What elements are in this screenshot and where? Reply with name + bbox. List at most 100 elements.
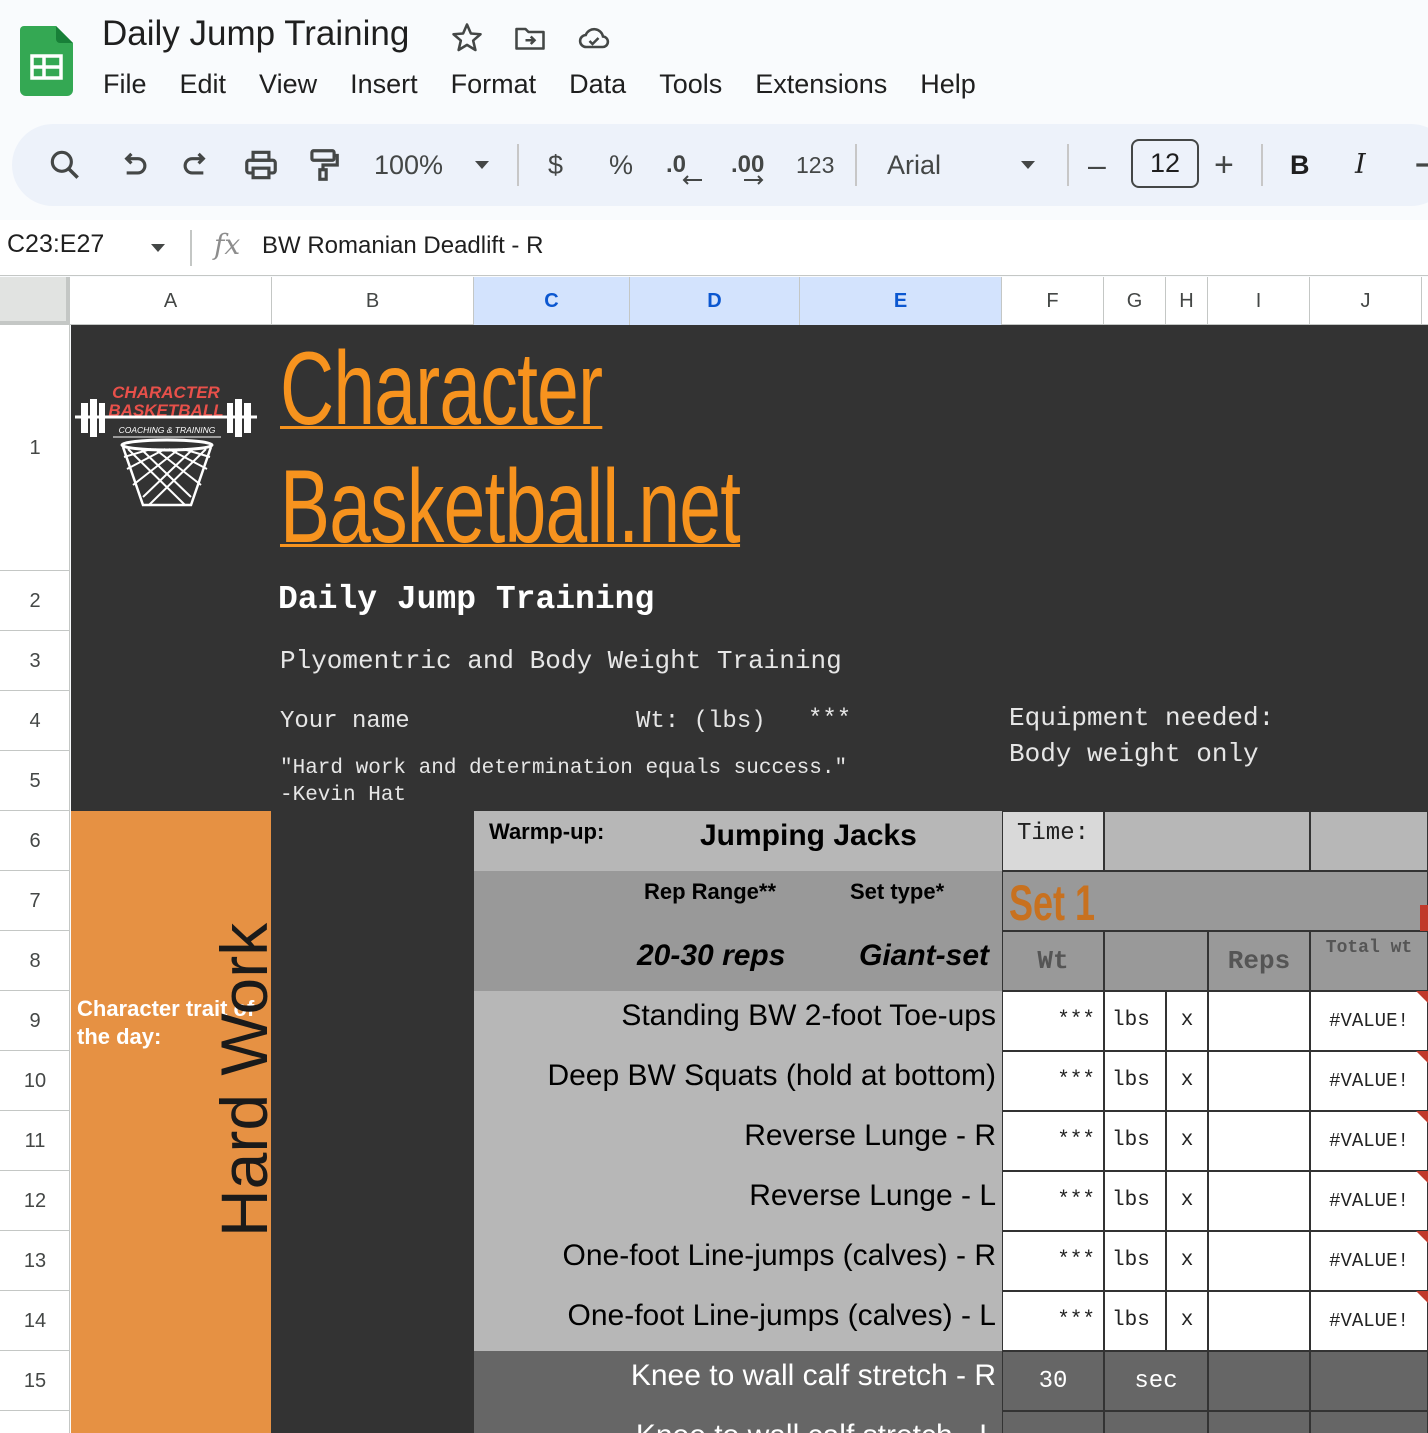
row-header[interactable]: 4 (0, 691, 70, 751)
menu-insert[interactable]: Insert (333, 66, 434, 106)
column-header-b[interactable]: B (272, 277, 474, 325)
currency-format-button[interactable]: $ (548, 144, 563, 186)
error-indicator-icon[interactable] (1416, 1291, 1428, 1303)
exercise-name[interactable]: Standing BW 2-foot Toe-ups (621, 999, 996, 1033)
your-name-label[interactable]: Your name (280, 708, 410, 735)
brand-title-link[interactable]: Character Basketball.net (280, 330, 740, 566)
row-header[interactable]: 14 (0, 1291, 70, 1351)
column-header-a[interactable]: A (70, 277, 272, 325)
exercise-name[interactable]: Reverse Lunge - L (749, 1179, 996, 1213)
stretch-total[interactable] (1310, 1351, 1428, 1411)
bold-button[interactable]: B (1290, 144, 1310, 186)
blank-cell[interactable] (1310, 811, 1428, 871)
font-select[interactable]: Arial (887, 144, 941, 186)
exercise-name[interactable]: Reverse Lunge - R (744, 1119, 996, 1153)
time-input[interactable] (1104, 811, 1310, 871)
exercise-weight[interactable]: *** (1002, 991, 1104, 1051)
exercise-weight[interactable]: *** (1002, 1231, 1104, 1291)
row-header[interactable]: 15 (0, 1351, 70, 1411)
error-indicator-icon[interactable] (1416, 991, 1428, 1003)
row-header[interactable]: 12 (0, 1171, 70, 1231)
exercise-name[interactable]: One-foot Line-jumps (calves) - L (568, 1299, 997, 1333)
set-type-value[interactable]: Giant-set (859, 939, 989, 973)
exercise-weight[interactable]: *** (1002, 1171, 1104, 1231)
redo-icon[interactable] (178, 146, 216, 184)
number-format-button[interactable]: 123 (796, 144, 834, 186)
menu-tools[interactable]: Tools (642, 66, 738, 106)
exercise-reps[interactable] (1208, 991, 1310, 1051)
exercise-weight[interactable]: *** (1002, 1051, 1104, 1111)
increase-font-size-button[interactable]: + (1214, 144, 1234, 186)
error-indicator-icon[interactable] (1416, 1171, 1428, 1183)
menu-extensions[interactable]: Extensions (738, 66, 903, 106)
exercise-reps[interactable] (1208, 1051, 1310, 1111)
column-header-g[interactable]: G (1104, 277, 1166, 325)
column-header-j[interactable]: J (1310, 277, 1422, 325)
zoom-dropdown-arrow-icon[interactable] (474, 160, 490, 170)
column-header-d[interactable]: D (630, 277, 800, 325)
row-header[interactable]: 11 (0, 1111, 70, 1171)
exercise-weight[interactable]: *** (1002, 1291, 1104, 1351)
percent-format-button[interactable]: % (609, 144, 633, 186)
stretch-name[interactable]: Knee to wall calf stretch - L (636, 1419, 996, 1433)
name-box[interactable]: C23:E27 (7, 230, 104, 259)
menu-view[interactable]: View (242, 66, 333, 106)
character-trait-value[interactable]: Hard Work (206, 923, 271, 1237)
stretch-reps[interactable] (1208, 1351, 1310, 1411)
font-dropdown-arrow-icon[interactable] (1020, 160, 1036, 170)
menu-edit[interactable]: Edit (163, 66, 243, 106)
row-header[interactable]: 13 (0, 1231, 70, 1291)
cloud-saved-icon[interactable] (576, 20, 612, 56)
column-header-i[interactable]: I (1208, 277, 1310, 325)
weight-value[interactable]: *** (808, 706, 851, 733)
stretch-name[interactable]: Knee to wall calf stretch - R (631, 1359, 996, 1393)
exercise-name[interactable]: One-foot Line-jumps (calves) - R (563, 1239, 996, 1273)
print-icon[interactable] (242, 146, 280, 184)
menu-help[interactable]: Help (903, 66, 992, 106)
exercise-weight[interactable]: *** (1002, 1111, 1104, 1171)
stretch-total[interactable] (1310, 1411, 1428, 1433)
strikethrough-icon[interactable] (1410, 146, 1428, 184)
move-folder-icon[interactable] (512, 20, 548, 56)
star-icon[interactable] (449, 20, 485, 56)
font-size-input[interactable]: 12 (1131, 139, 1199, 188)
stretch-value[interactable]: 30 (1002, 1351, 1104, 1411)
decrease-font-size-button[interactable]: – (1088, 144, 1106, 186)
stretch-value[interactable] (1002, 1411, 1104, 1433)
column-header-f[interactable]: F (1002, 277, 1104, 325)
error-indicator-icon[interactable] (1416, 1231, 1428, 1243)
row-header[interactable]: 9 (0, 991, 70, 1051)
name-box-dropdown-icon[interactable] (150, 243, 166, 253)
search-icon[interactable] (46, 146, 84, 184)
exercise-reps[interactable] (1208, 1231, 1310, 1291)
column-header-h[interactable]: H (1166, 277, 1208, 325)
rep-range-value[interactable]: 20-30 reps (637, 939, 785, 973)
menu-data[interactable]: Data (552, 66, 642, 106)
menu-file[interactable]: File (86, 66, 163, 106)
italic-button[interactable]: I (1355, 144, 1366, 186)
menu-format[interactable]: Format (434, 66, 553, 106)
column-header-e[interactable]: E (800, 277, 1002, 325)
column-header-c[interactable]: C (474, 277, 630, 325)
select-all-corner[interactable] (0, 277, 70, 325)
sheets-logo-icon[interactable] (20, 26, 73, 96)
row-header[interactable]: 1 (0, 325, 70, 571)
zoom-select[interactable]: 100% (374, 144, 443, 186)
warmup-value[interactable]: Jumping Jacks (700, 819, 917, 853)
exercise-name[interactable]: Deep BW Squats (hold at bottom) (547, 1059, 996, 1093)
row-header[interactable]: 10 (0, 1051, 70, 1111)
formula-input[interactable]: BW Romanian Deadlift - R (262, 232, 543, 260)
row-header[interactable]: 6 (0, 811, 70, 871)
row-header[interactable]: 8 (0, 931, 70, 991)
row-header[interactable]: 3 (0, 631, 70, 691)
exercise-reps[interactable] (1208, 1111, 1310, 1171)
error-indicator-icon[interactable] (1416, 1051, 1428, 1063)
document-title[interactable]: Daily Jump Training (102, 14, 409, 54)
row-header[interactable]: 2 (0, 571, 70, 631)
error-indicator-icon[interactable] (1416, 1111, 1428, 1123)
exercise-reps[interactable] (1208, 1171, 1310, 1231)
undo-icon[interactable] (114, 146, 152, 184)
paint-format-icon[interactable] (304, 146, 342, 184)
stretch-reps[interactable] (1208, 1411, 1310, 1433)
row-header[interactable]: 5 (0, 751, 70, 811)
